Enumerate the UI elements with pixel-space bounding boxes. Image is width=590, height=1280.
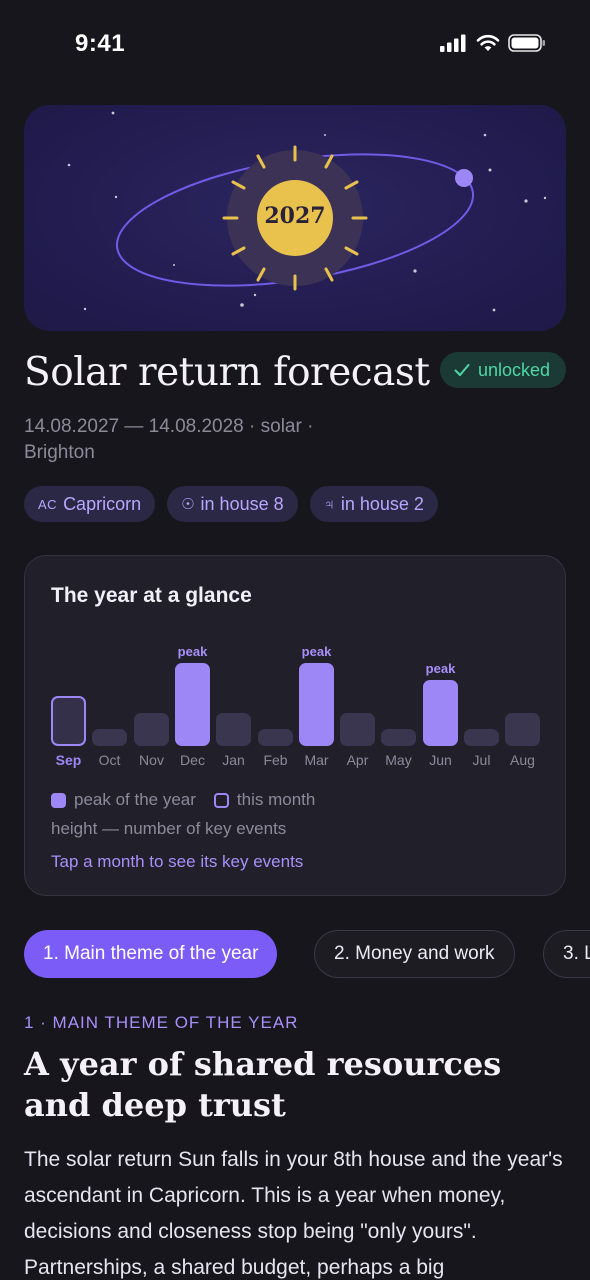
chart-legend: peak of the year this month xyxy=(51,790,333,810)
month-label-feb[interactable]: Feb xyxy=(254,752,298,768)
month-label-mar[interactable]: Mar xyxy=(295,752,339,768)
chip-label: in house 2 xyxy=(340,493,424,514)
legend-peak-label: peak of the year xyxy=(74,790,196,809)
jupiter-icon: ♃ xyxy=(323,495,335,513)
chip-ascendant[interactable]: AC Capricorn xyxy=(24,486,156,522)
section-body: The solar return Sun falls in your 8th h… xyxy=(24,1148,563,1279)
bar-dec[interactable] xyxy=(175,663,210,746)
monthly-events-chart: Sep Oct Nov peak Dec Jan Feb peak Mar Apr May peak J… xyxy=(25,556,567,897)
ascendant-icon: AC xyxy=(38,496,58,512)
placement-chips: AC Capricorn ☉ in house 8 ♃ in house 2 xyxy=(24,486,438,522)
legend-this-month: this month xyxy=(213,790,316,810)
tab-money-and-work[interactable]: 2. Money and work xyxy=(314,930,515,978)
wifi-icon xyxy=(476,34,500,51)
section-tabs: 1. Main theme of the year 2. Money and w… xyxy=(24,930,590,978)
chip-sun-house[interactable]: ☉ in house 8 xyxy=(167,486,298,522)
month-label-nov[interactable]: Nov xyxy=(130,752,174,768)
month-label-jun[interactable]: Jun xyxy=(419,752,463,768)
cellular-signal-icon xyxy=(440,34,466,52)
peak-label-jun: peak xyxy=(425,661,456,676)
hero-illustration: 2027 xyxy=(24,105,566,331)
title-row: Solar return forecast unlocked xyxy=(24,350,566,406)
bar-jan[interactable] xyxy=(216,713,251,746)
bar-oct[interactable] xyxy=(92,729,127,746)
bar-aug[interactable] xyxy=(505,713,540,746)
page-title: Solar return forecast xyxy=(24,350,430,395)
month-label-sep[interactable]: Sep xyxy=(47,752,91,768)
peak-label-mar: peak xyxy=(301,644,332,659)
section-heading: A year of shared resources and deep trus… xyxy=(24,1045,502,1124)
chip-label: in house 8 xyxy=(200,493,284,514)
chip-label: Capricorn xyxy=(63,493,142,514)
year-at-a-glance-card: The year at a glance Sep Oct Nov peak Dec Jan… xyxy=(24,555,566,896)
bar-mar[interactable] xyxy=(299,663,334,746)
month-label-dec[interactable]: Dec xyxy=(171,752,215,768)
legend-peak-swatch xyxy=(51,792,66,808)
legend-month-label: this month xyxy=(236,790,316,809)
month-label-jul[interactable]: Jul xyxy=(460,752,504,768)
chip-jupiter-house[interactable]: ♃ in house 2 xyxy=(309,486,438,522)
section-kicker: 1 · MAIN THEME OF THE YEAR xyxy=(24,1013,299,1032)
tab-main-theme[interactable]: 1. Main theme of the year xyxy=(24,930,278,978)
unlocked-badge: unlocked xyxy=(439,352,566,388)
status-bar: 9:41 xyxy=(0,0,590,90)
hero-year: 2027 xyxy=(264,203,326,229)
tab-third[interactable]: 3. L xyxy=(543,930,590,978)
month-label-may[interactable]: May xyxy=(377,752,421,768)
bar-sep[interactable] xyxy=(51,696,86,746)
sun-icon: ☉ xyxy=(181,496,195,513)
bar-apr[interactable] xyxy=(340,713,375,746)
month-label-aug[interactable]: Aug xyxy=(501,752,545,768)
battery-icon xyxy=(508,34,545,52)
checkmark-icon xyxy=(454,364,470,376)
unlocked-badge-label: unlocked xyxy=(477,359,550,380)
peak-label-dec: peak xyxy=(177,644,208,659)
bar-may[interactable] xyxy=(381,729,416,746)
month-label-apr[interactable]: Apr xyxy=(336,752,380,768)
month-label-jan[interactable]: Jan xyxy=(212,752,256,768)
bar-nov[interactable] xyxy=(134,713,169,746)
forecast-subtitle: 14.08.2027 — 14.08.2028 · solar · Bright… xyxy=(24,416,314,463)
tap-month-hint[interactable]: Tap a month to see its key events xyxy=(51,852,303,872)
legend-month-swatch xyxy=(213,792,229,808)
status-time: 9:41 xyxy=(75,30,126,57)
status-icons xyxy=(440,34,546,52)
legend-note: height — number of key events xyxy=(51,819,287,838)
bar-jun[interactable] xyxy=(423,680,458,746)
bar-jul[interactable] xyxy=(464,729,499,746)
bar-feb[interactable] xyxy=(258,729,293,746)
month-label-oct[interactable]: Oct xyxy=(88,752,132,768)
legend-peak: peak of the year xyxy=(51,790,196,810)
